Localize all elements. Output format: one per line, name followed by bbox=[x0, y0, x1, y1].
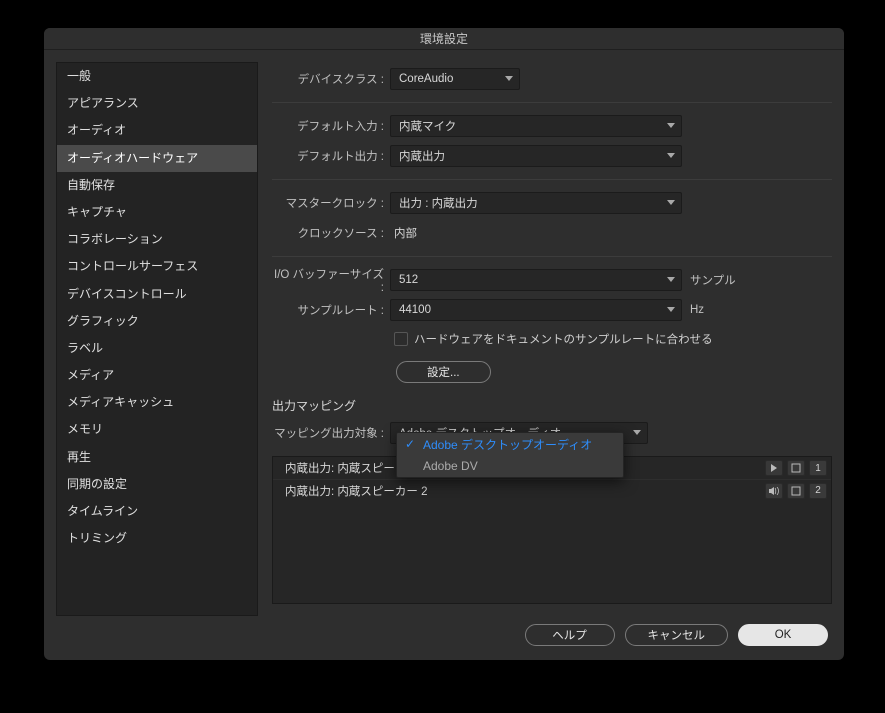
sample-rate-label: サンプルレート : bbox=[272, 302, 390, 318]
default-input-select[interactable]: 内蔵マイク bbox=[390, 115, 682, 137]
sidebar-item[interactable]: 自動保存 bbox=[57, 172, 257, 199]
speaker-icon[interactable] bbox=[765, 483, 783, 499]
cancel-button[interactable]: キャンセル bbox=[625, 624, 729, 646]
sidebar-item[interactable]: ラベル bbox=[57, 335, 257, 362]
play-icon[interactable] bbox=[765, 460, 783, 476]
sidebar-item[interactable]: 同期の設定 bbox=[57, 471, 257, 498]
sidebar-item[interactable]: オーディオ bbox=[57, 117, 257, 144]
clock-source-value: 内部 bbox=[390, 225, 417, 241]
clock-source-label: クロックソース : bbox=[272, 225, 390, 241]
device-class-value: CoreAudio bbox=[399, 73, 453, 85]
dropdown-item[interactable]: Adobe DV bbox=[397, 455, 623, 477]
sidebar-item[interactable]: デバイスコントロール bbox=[57, 281, 257, 308]
sidebar-item[interactable]: 一般 bbox=[57, 63, 257, 90]
window-body: 一般アピアランスオーディオオーディオハードウェア自動保存キャプチャコラボレーショ… bbox=[44, 50, 844, 616]
link-icon[interactable] bbox=[787, 460, 805, 476]
mapping-row: 内蔵出力: 内蔵スピーカー 2 2 bbox=[273, 479, 831, 501]
sidebar-item[interactable]: タイムライン bbox=[57, 498, 257, 525]
sidebar-item[interactable]: トリミング bbox=[57, 525, 257, 552]
help-button[interactable]: ヘルプ bbox=[525, 624, 615, 646]
sample-rate-unit: Hz bbox=[690, 304, 704, 316]
chevron-down-icon bbox=[667, 123, 675, 129]
sidebar-item[interactable]: グラフィック bbox=[57, 308, 257, 335]
sample-rate-value: 44100 bbox=[399, 304, 431, 316]
output-mapping-list: 内蔵出力: 内蔵スピー 1 内蔵出力: 内蔵スピーカー 2 2 bbox=[272, 456, 832, 604]
settings-button[interactable]: 設定... bbox=[396, 361, 491, 383]
match-hardware-checkbox[interactable] bbox=[394, 332, 408, 346]
preferences-window: 環境設定 一般アピアランスオーディオオーディオハードウェア自動保存キャプチャコラ… bbox=[44, 28, 844, 660]
link-icon[interactable] bbox=[787, 483, 805, 499]
sidebar-item[interactable]: キャプチャ bbox=[57, 199, 257, 226]
default-input-value: 内蔵マイク bbox=[399, 118, 456, 134]
chevron-down-icon bbox=[505, 76, 513, 82]
ok-button[interactable]: OK bbox=[738, 624, 828, 646]
sidebar-item[interactable]: アピアランス bbox=[57, 90, 257, 117]
sidebar-item[interactable]: コントロールサーフェス bbox=[57, 253, 257, 280]
output-mapping-title: 出力マッピング bbox=[272, 397, 832, 414]
mapping-target-label: マッピング出力対象 : bbox=[272, 425, 390, 441]
chevron-down-icon bbox=[667, 277, 675, 283]
main-panel: デバイスクラス : CoreAudio デフォルト入力 : 内蔵マイク デフォル… bbox=[272, 62, 832, 616]
device-class-label: デバイスクラス : bbox=[272, 71, 390, 87]
match-hardware-label: ハードウェアをドキュメントのサンプルレートに合わせる bbox=[414, 331, 713, 347]
io-buffer-label: I/O バッファーサイズ : bbox=[272, 266, 390, 294]
mapping-target-dropdown: Adobe デスクトップオーディオ Adobe DV bbox=[396, 432, 624, 478]
default-output-label: デフォルト出力 : bbox=[272, 148, 390, 164]
sample-rate-select[interactable]: 44100 bbox=[390, 299, 682, 321]
io-buffer-value: 512 bbox=[399, 274, 418, 286]
io-buffer-select[interactable]: 512 bbox=[390, 269, 682, 291]
channel-number: 1 bbox=[809, 460, 827, 476]
default-input-label: デフォルト入力 : bbox=[272, 118, 390, 134]
master-clock-value: 出力 : 内蔵出力 bbox=[399, 195, 478, 211]
master-clock-label: マスタークロック : bbox=[272, 195, 390, 211]
chevron-down-icon bbox=[667, 153, 675, 159]
sidebar-item[interactable]: コラボレーション bbox=[57, 226, 257, 253]
channel-number: 2 bbox=[809, 483, 827, 499]
default-output-value: 内蔵出力 bbox=[399, 148, 445, 164]
io-buffer-unit: サンプル bbox=[690, 272, 736, 288]
sidebar-item[interactable]: メディアキャッシュ bbox=[57, 389, 257, 416]
sidebar-item[interactable]: オーディオハードウェア bbox=[57, 145, 257, 172]
dialog-footer: ヘルプ キャンセル OK bbox=[44, 616, 844, 660]
chevron-down-icon bbox=[667, 200, 675, 206]
default-output-select[interactable]: 内蔵出力 bbox=[390, 145, 682, 167]
dropdown-item-selected[interactable]: Adobe デスクトップオーディオ bbox=[397, 433, 623, 455]
category-sidebar: 一般アピアランスオーディオオーディオハードウェア自動保存キャプチャコラボレーショ… bbox=[56, 62, 258, 616]
mapping-row-label: 内蔵出力: 内蔵スピーカー 2 bbox=[285, 483, 427, 499]
chevron-down-icon bbox=[667, 307, 675, 313]
sidebar-item[interactable]: メディア bbox=[57, 362, 257, 389]
window-title: 環境設定 bbox=[44, 28, 844, 50]
device-class-select[interactable]: CoreAudio bbox=[390, 68, 520, 90]
chevron-down-icon bbox=[633, 430, 641, 436]
sidebar-item[interactable]: メモリ bbox=[57, 416, 257, 443]
mapping-row-label: 内蔵出力: 内蔵スピー bbox=[285, 460, 395, 476]
sidebar-item[interactable]: 再生 bbox=[57, 444, 257, 471]
master-clock-select[interactable]: 出力 : 内蔵出力 bbox=[390, 192, 682, 214]
